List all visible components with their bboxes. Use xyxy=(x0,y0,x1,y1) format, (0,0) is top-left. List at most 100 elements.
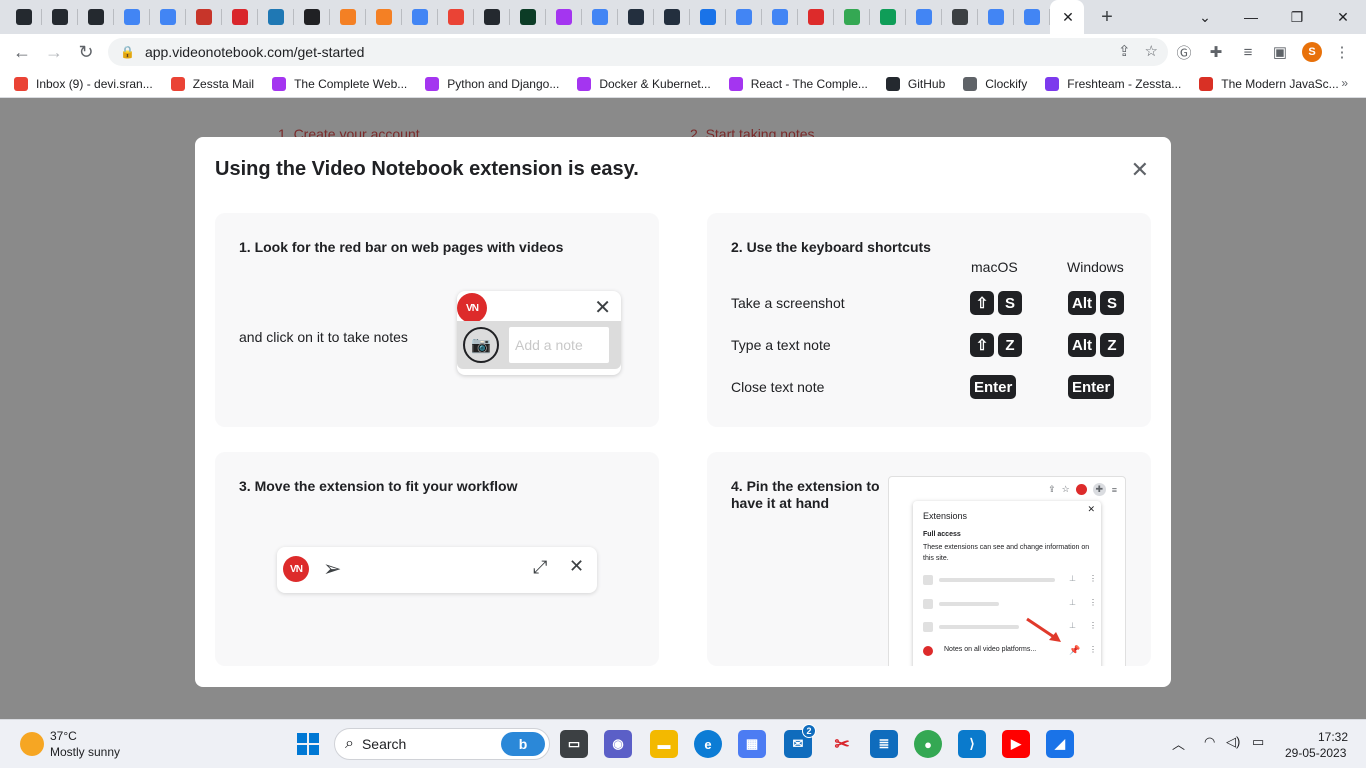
bookmark-item[interactable]: Zessta Mail xyxy=(170,76,254,91)
vscode-icon[interactable]: ⟩ xyxy=(958,730,986,758)
youtube-icon[interactable]: ▶ xyxy=(1002,730,1030,758)
taskbar-search[interactable]: ⌕ Search b xyxy=(334,728,550,760)
bookmark-star-icon[interactable]: ☆ xyxy=(1145,42,1158,60)
url-text[interactable]: app.videonotebook.com/get-started xyxy=(145,44,364,60)
key: Z xyxy=(1100,333,1124,357)
weather-sun-icon[interactable] xyxy=(20,732,44,756)
tab-django[interactable] xyxy=(510,0,546,34)
snipping-tool-icon[interactable]: ✂ xyxy=(828,730,856,758)
tab-google[interactable] xyxy=(762,0,798,34)
bookmark-label: Python and Django... xyxy=(447,76,560,91)
tab-github[interactable] xyxy=(474,0,510,34)
bookmark-item[interactable]: Docker & Kubernet... xyxy=(577,76,711,91)
new-tab-button[interactable]: + xyxy=(1092,2,1122,32)
avatar: S xyxy=(1302,42,1322,62)
expand-icon: ⤢ xyxy=(533,557,548,577)
tab-github[interactable] xyxy=(42,0,78,34)
tab-drive[interactable] xyxy=(834,0,870,34)
tab-google[interactable] xyxy=(906,0,942,34)
tab-spiral[interactable] xyxy=(690,0,726,34)
volume-icon[interactable]: ◁) xyxy=(1226,734,1240,750)
bing-icon[interactable]: b xyxy=(501,732,545,756)
side-panel-icon[interactable]: ▣ xyxy=(1268,40,1292,64)
battery-icon[interactable]: ▭ xyxy=(1252,734,1264,750)
extensions-screenshot: ⇪ ☆ ✚ ≡ ✕ Extensions Full access These e… xyxy=(888,476,1126,666)
bookmark-item[interactable]: Clockify xyxy=(963,76,1027,91)
modal-close-icon[interactable]: ✕ xyxy=(1131,157,1149,183)
edge-icon[interactable]: e xyxy=(694,730,722,758)
mail-icon[interactable]: ✉ 2 xyxy=(784,724,816,758)
bookmark-item[interactable]: The Complete Web... xyxy=(272,76,407,91)
tab-t[interactable] xyxy=(942,0,978,34)
key: Z xyxy=(998,333,1022,357)
tab-google[interactable] xyxy=(582,0,618,34)
bookmark-item[interactable]: The Modern JavaSc... xyxy=(1199,76,1339,91)
tab-github[interactable] xyxy=(78,0,114,34)
modal-title: Using the Video Notebook extension is ea… xyxy=(215,158,639,180)
tab-amazon[interactable] xyxy=(654,0,690,34)
tab-google-docs[interactable] xyxy=(150,0,186,34)
tab-videonotebook[interactable] xyxy=(798,0,834,34)
tab-google[interactable] xyxy=(726,0,762,34)
chrome-icon[interactable]: ● xyxy=(914,730,942,758)
drive-icon xyxy=(844,9,860,25)
bookmarks-overflow-icon[interactable]: » xyxy=(1341,76,1348,90)
lock-icon[interactable]: 🔒 xyxy=(120,45,135,59)
teams-chat-icon[interactable]: ◉ xyxy=(604,730,632,758)
tab-gg[interactable] xyxy=(870,0,906,34)
window-close-icon[interactable]: ✕ xyxy=(1320,0,1366,34)
clock-date[interactable]: 29-05-2023 xyxy=(1285,746,1346,760)
task-view-icon[interactable]: ▭ xyxy=(560,730,588,758)
restore-icon[interactable]: ❐ xyxy=(1274,0,1320,34)
close-icon[interactable]: ✕ xyxy=(1062,9,1074,26)
notepad-icon[interactable]: ≣ xyxy=(870,730,898,758)
extensions-puzzle-icon[interactable]: ✚ xyxy=(1204,40,1228,64)
amazon-icon xyxy=(628,9,644,25)
tab-search-chevron-icon[interactable]: ⌄ xyxy=(1182,0,1228,34)
bookmark-item[interactable]: GitHub xyxy=(885,76,945,91)
bookmark-item[interactable]: Python and Django... xyxy=(425,76,560,91)
tab-react[interactable] xyxy=(258,0,294,34)
tab-github[interactable] xyxy=(6,0,42,34)
microsoft-store-icon[interactable]: ▦ xyxy=(738,730,766,758)
tab-google[interactable] xyxy=(1014,0,1050,34)
tab-stackoverflow[interactable] xyxy=(330,0,366,34)
weather-desc[interactable]: Mostly sunny xyxy=(50,745,120,759)
bookmark-item[interactable]: Freshteam - Zessta... xyxy=(1045,76,1181,91)
forward-icon[interactable]: → xyxy=(38,36,70,68)
bookmark-item[interactable]: React - The Comple... xyxy=(728,76,868,91)
show-hidden-icons[interactable]: ︿ xyxy=(1172,734,1185,753)
weather-temp[interactable]: 37°C xyxy=(50,729,77,743)
github-icon xyxy=(484,9,500,25)
tab-google[interactable] xyxy=(402,0,438,34)
profile-avatar[interactable]: S xyxy=(1300,40,1324,64)
share-icon[interactable]: ⇪ xyxy=(1118,42,1131,60)
back-icon[interactable]: ← xyxy=(6,36,38,68)
minimize-icon[interactable]: — xyxy=(1228,0,1274,34)
tab-r[interactable] xyxy=(294,0,330,34)
django-icon xyxy=(520,9,536,25)
menu-kebab-icon[interactable]: ⋮ xyxy=(1330,40,1354,64)
tab-udemy[interactable] xyxy=(546,0,582,34)
photos-icon[interactable]: ◢ xyxy=(1046,730,1074,758)
tab-amazon[interactable] xyxy=(618,0,654,34)
wifi-icon[interactable]: ◠ xyxy=(1204,734,1215,750)
clock-time[interactable]: 17:32 xyxy=(1318,730,1348,744)
tab-active[interactable]: ✕ xyxy=(1050,0,1084,34)
tab-red-app[interactable] xyxy=(222,0,258,34)
shortcut-label: Close text note xyxy=(731,379,825,395)
bookmark-item[interactable]: Inbox (9) - devi.sran... xyxy=(14,76,153,91)
tab-google[interactable] xyxy=(978,0,1014,34)
windows-start-icon[interactable] xyxy=(294,730,322,758)
file-explorer-icon[interactable]: ▬ xyxy=(650,730,678,758)
reload-icon[interactable]: ↻ xyxy=(70,36,102,68)
reading-list-icon[interactable]: ≡ xyxy=(1236,40,1260,64)
google-icon xyxy=(916,9,932,25)
tab-google[interactable] xyxy=(114,0,150,34)
preview-toolbar: 📷 Add a note xyxy=(457,321,621,369)
address-bar[interactable]: 🔒 app.videonotebook.com/get-started ⇪ ☆ xyxy=(108,38,1168,66)
tab-stackoverflow[interactable] xyxy=(366,0,402,34)
tab-aws[interactable] xyxy=(186,0,222,34)
tab-gmail[interactable] xyxy=(438,0,474,34)
grammarly-icon[interactable]: Ⓖ xyxy=(1172,40,1196,64)
